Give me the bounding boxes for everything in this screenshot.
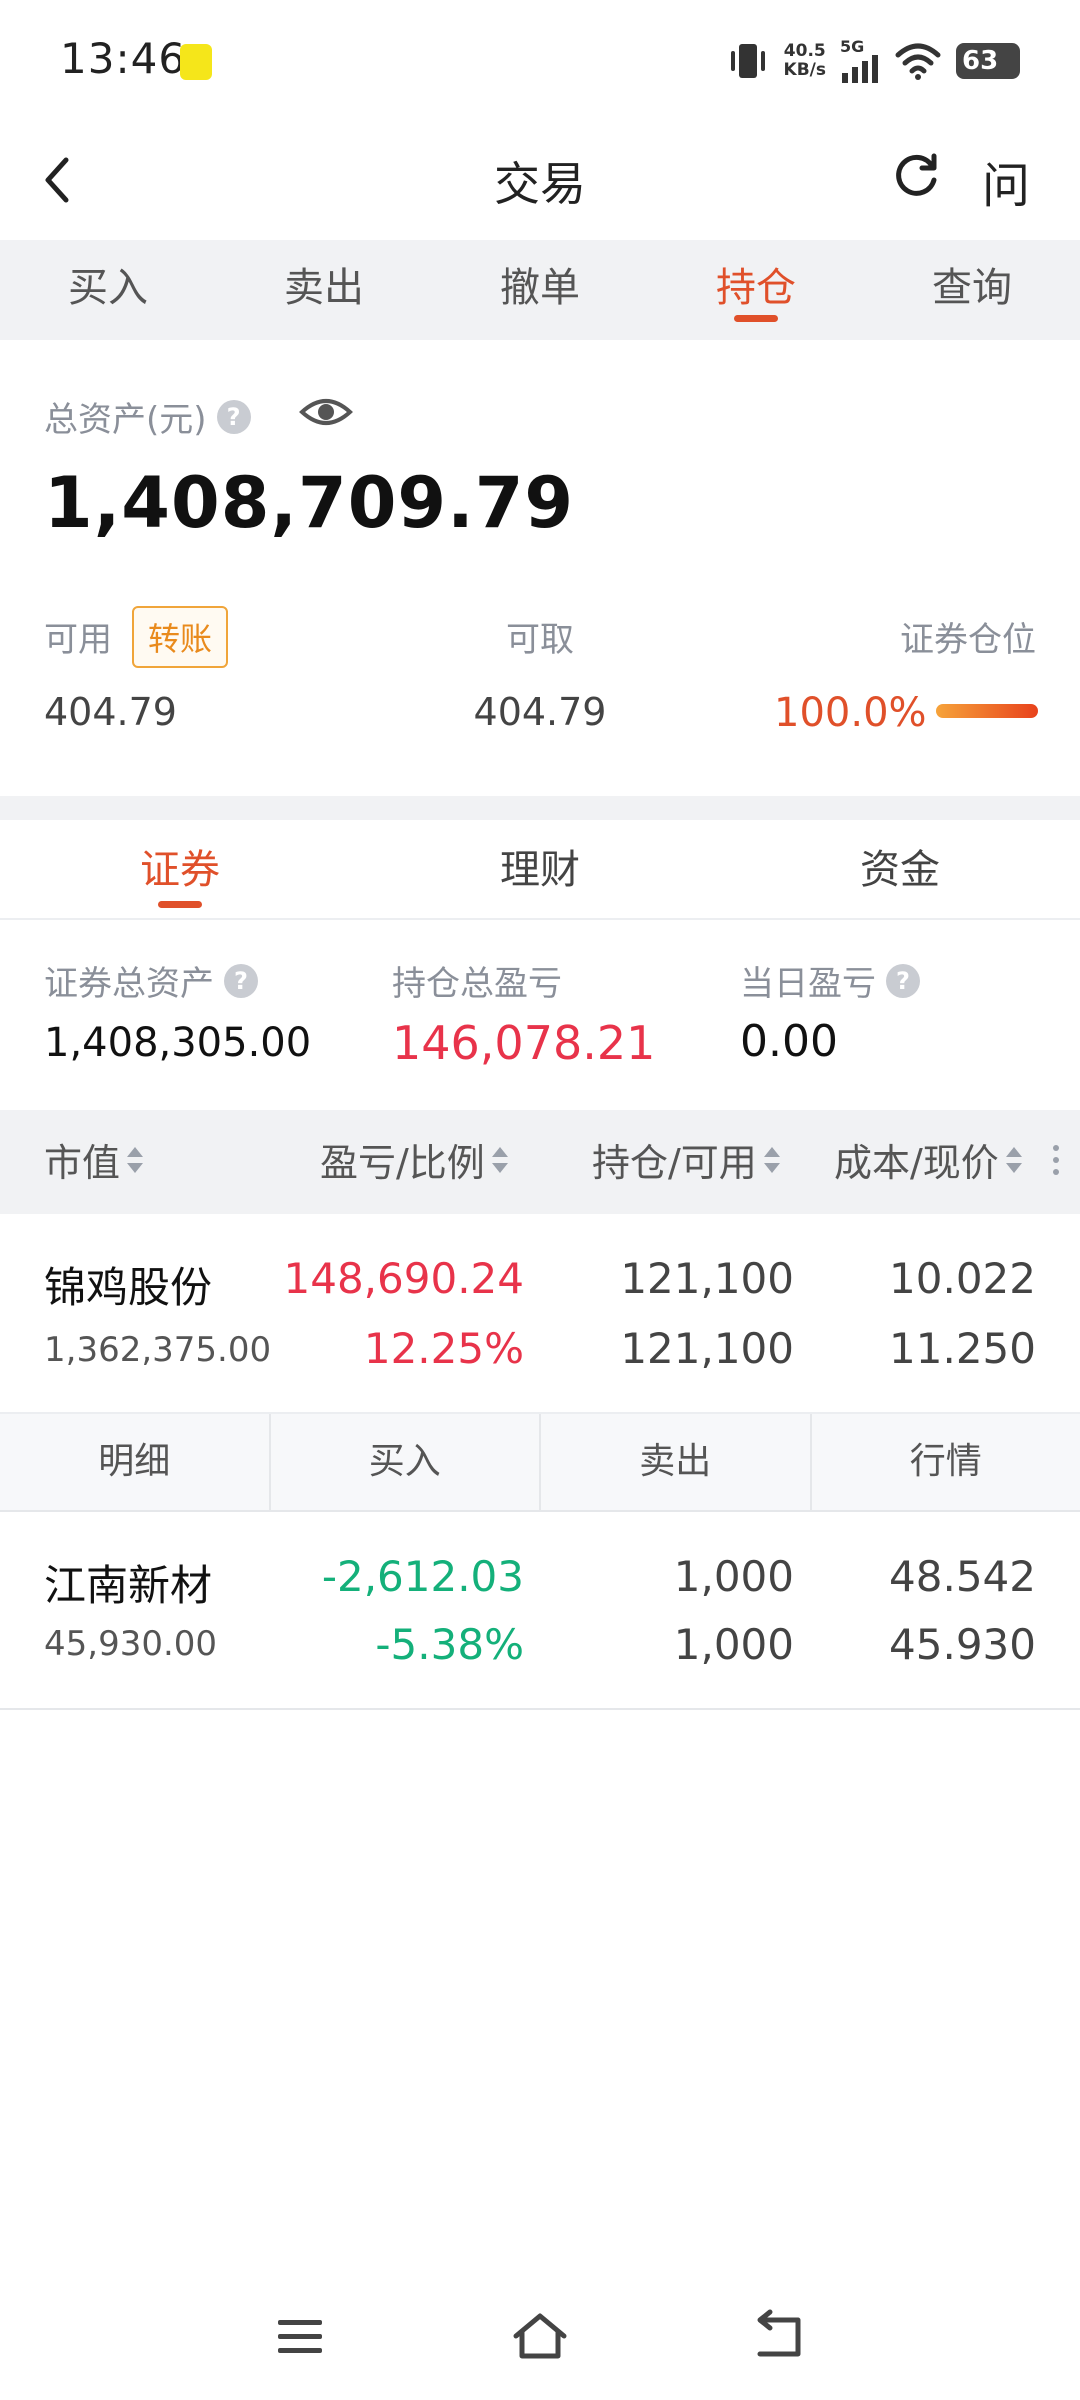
position-ratio-bar — [936, 704, 1038, 718]
tab-query[interactable]: 查询 — [864, 240, 1080, 340]
home-icon[interactable] — [510, 2306, 570, 2366]
app-notification-icon — [180, 44, 212, 80]
stock-market-value: 1,362,375.00 — [44, 1330, 272, 1370]
stock-position: 1,000 — [673, 1552, 794, 1601]
stock-cost: 10.022 — [889, 1254, 1036, 1303]
daily-pnl-value: 0.00 — [740, 1016, 838, 1067]
sort-icon — [491, 1145, 509, 1175]
back-nav-icon[interactable] — [750, 2306, 810, 2366]
buy-button[interactable]: 买入 — [271, 1414, 541, 1510]
eye-icon[interactable] — [298, 392, 354, 432]
stock-pnl: 148,690.24 — [283, 1254, 524, 1303]
stock-pnl-ratio: 12.25% — [363, 1324, 524, 1373]
help-icon[interactable]: ? — [886, 963, 920, 998]
ask-button[interactable]: 问 — [982, 146, 1030, 216]
total-assets-label: 总资产(元) ? — [44, 392, 251, 441]
daily-pnl-label: 当日盈亏 ? — [740, 956, 920, 1005]
tab-holdings[interactable]: 持仓 — [648, 240, 864, 340]
securities-total-assets-value: 1,408,305.00 — [44, 1020, 312, 1066]
total-pnl-label: 持仓总盈亏 — [392, 964, 562, 1004]
refresh-icon[interactable] — [888, 148, 944, 204]
sort-icon — [1005, 1145, 1023, 1175]
section-divider — [0, 796, 1080, 820]
sort-icon — [126, 1145, 144, 1175]
more-columns-icon[interactable] — [1052, 1138, 1060, 1182]
tab-cancel-order[interactable]: 撤单 — [432, 240, 648, 340]
tab-sell[interactable]: 卖出 — [216, 240, 432, 340]
detail-button[interactable]: 明细 — [0, 1414, 271, 1510]
sort-pnl-ratio[interactable]: 盈亏/比例 — [320, 1132, 509, 1187]
status-icons: 40.5 KB/s 5G 63 — [726, 36, 1020, 86]
position-ratio-value: 100.0% — [774, 690, 927, 736]
stock-price: 11.250 — [889, 1324, 1036, 1373]
tab-wealth-management[interactable]: 理财 — [360, 820, 720, 918]
stock-pnl: -2,612.03 — [321, 1552, 524, 1601]
stock-market-value: 45,930.00 — [44, 1624, 218, 1664]
tab-funds[interactable]: 资金 — [720, 820, 1080, 918]
net-speed: 40.5 KB/s — [783, 41, 826, 80]
holding-actions: 明细 买入 卖出 行情 — [0, 1412, 1080, 1512]
stock-pnl-ratio: -5.38% — [375, 1620, 524, 1669]
position-ratio-label: 证券仓位 — [900, 620, 1036, 660]
stock-price: 45.930 — [889, 1620, 1036, 1669]
battery-icon: 63 — [956, 43, 1020, 79]
sell-button[interactable]: 卖出 — [541, 1414, 812, 1510]
asset-type-tabs: 证券 理财 资金 — [0, 820, 1080, 920]
stock-name: 锦鸡股份 — [44, 1263, 213, 1312]
stock-position: 121,100 — [620, 1254, 794, 1303]
stock-name: 江南新材 — [44, 1561, 213, 1610]
total-pnl-value: 146,078.21 — [392, 1016, 656, 1070]
tab-buy[interactable]: 买入 — [0, 240, 216, 340]
total-assets-value: 1,408,709.79 — [44, 462, 575, 544]
sort-market-value[interactable]: 市值 — [44, 1132, 144, 1187]
vibrate-icon — [730, 44, 765, 78]
sort-cost-price[interactable]: 成本/现价 — [834, 1132, 1023, 1187]
trade-tabs: 买入 卖出 撤单 持仓 查询 — [0, 240, 1080, 340]
sort-position-available[interactable]: 持仓/可用 — [592, 1132, 781, 1187]
quote-button[interactable]: 行情 — [812, 1414, 1080, 1510]
stock-available: 121,100 — [620, 1324, 794, 1373]
stock-available: 1,000 — [673, 1620, 794, 1669]
menu-icon[interactable] — [270, 2306, 330, 2366]
status-time: 13:46 — [60, 34, 187, 83]
help-icon[interactable]: ? — [224, 963, 258, 998]
stock-cost: 48.542 — [889, 1552, 1036, 1601]
row-divider — [0, 1708, 1080, 1710]
wifi-icon — [895, 43, 941, 80]
cell-signal-icon: 5G — [840, 39, 880, 83]
tab-securities[interactable]: 证券 — [0, 820, 360, 918]
securities-total-assets-label: 证券总资产 ? — [44, 956, 258, 1005]
help-icon[interactable]: ? — [216, 399, 251, 434]
sort-icon — [763, 1145, 781, 1175]
